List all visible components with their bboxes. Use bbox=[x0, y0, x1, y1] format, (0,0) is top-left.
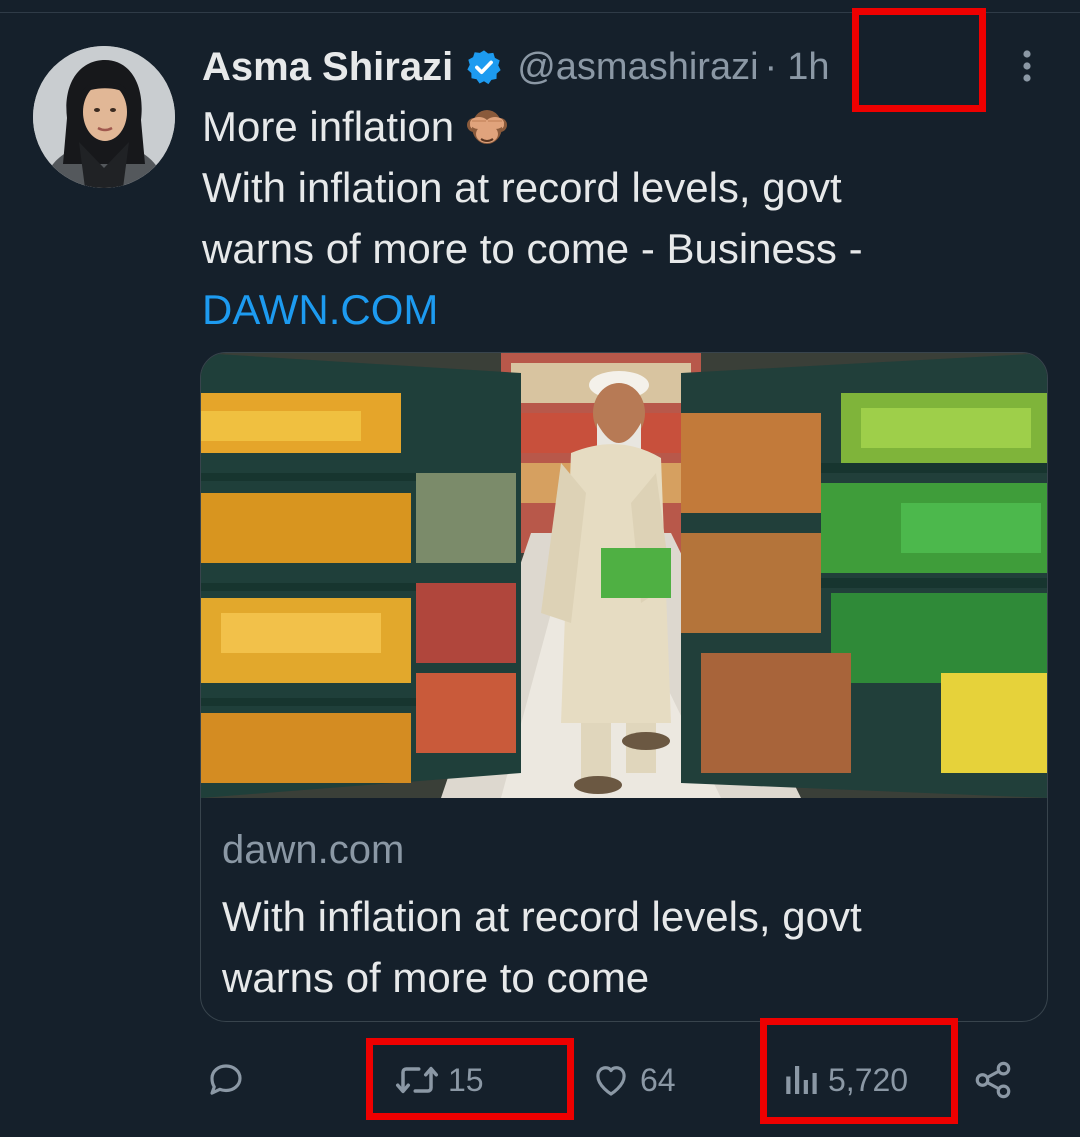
tweet-header: Asma Shirazi @asmashirazi · 1h bbox=[202, 40, 829, 94]
tweet-timestamp[interactable]: 1h bbox=[787, 46, 829, 89]
highlight-box-timestamp bbox=[852, 8, 986, 112]
share-icon bbox=[972, 1059, 1014, 1101]
highlight-box-views bbox=[760, 1018, 958, 1124]
card-title-line-2: warns of more to come bbox=[222, 954, 650, 1001]
card-title[interactable]: With inflation at record levels, govt wa… bbox=[222, 886, 1022, 1008]
tweet-text-line-2: With inflation at record levels, govt bbox=[202, 164, 842, 211]
see-no-evil-monkey-icon bbox=[464, 103, 510, 149]
highlight-box-retweets bbox=[366, 1038, 574, 1120]
verified-badge-icon bbox=[465, 48, 503, 86]
reply-icon bbox=[205, 1059, 247, 1101]
card-image[interactable] bbox=[201, 353, 1048, 798]
card-title-line-1: With inflation at record levels, govt bbox=[222, 893, 862, 940]
tweet-link[interactable]: DAWN.COM bbox=[202, 279, 1042, 340]
author-name[interactable]: Asma Shirazi bbox=[202, 45, 453, 90]
separator-dot: · bbox=[764, 45, 778, 88]
share-button[interactable] bbox=[972, 1040, 1014, 1120]
reply-button[interactable] bbox=[205, 1040, 255, 1120]
author-avatar[interactable] bbox=[33, 46, 175, 188]
like-count: 64 bbox=[640, 1061, 676, 1098]
tweet-text-line-3: warns of more to come - Business - bbox=[202, 225, 863, 272]
heart-icon bbox=[590, 1059, 632, 1101]
author-handle[interactable]: @asmashirazi bbox=[517, 46, 758, 89]
avatar-image bbox=[33, 46, 175, 188]
tweet-text-intro: More inflation bbox=[202, 103, 455, 150]
card-domain: dawn.com bbox=[222, 828, 405, 872]
like-button[interactable]: 64 bbox=[590, 1040, 676, 1120]
tweet-text: More inflation With inflation at record … bbox=[202, 96, 1042, 340]
more-options-icon[interactable] bbox=[1012, 46, 1042, 86]
